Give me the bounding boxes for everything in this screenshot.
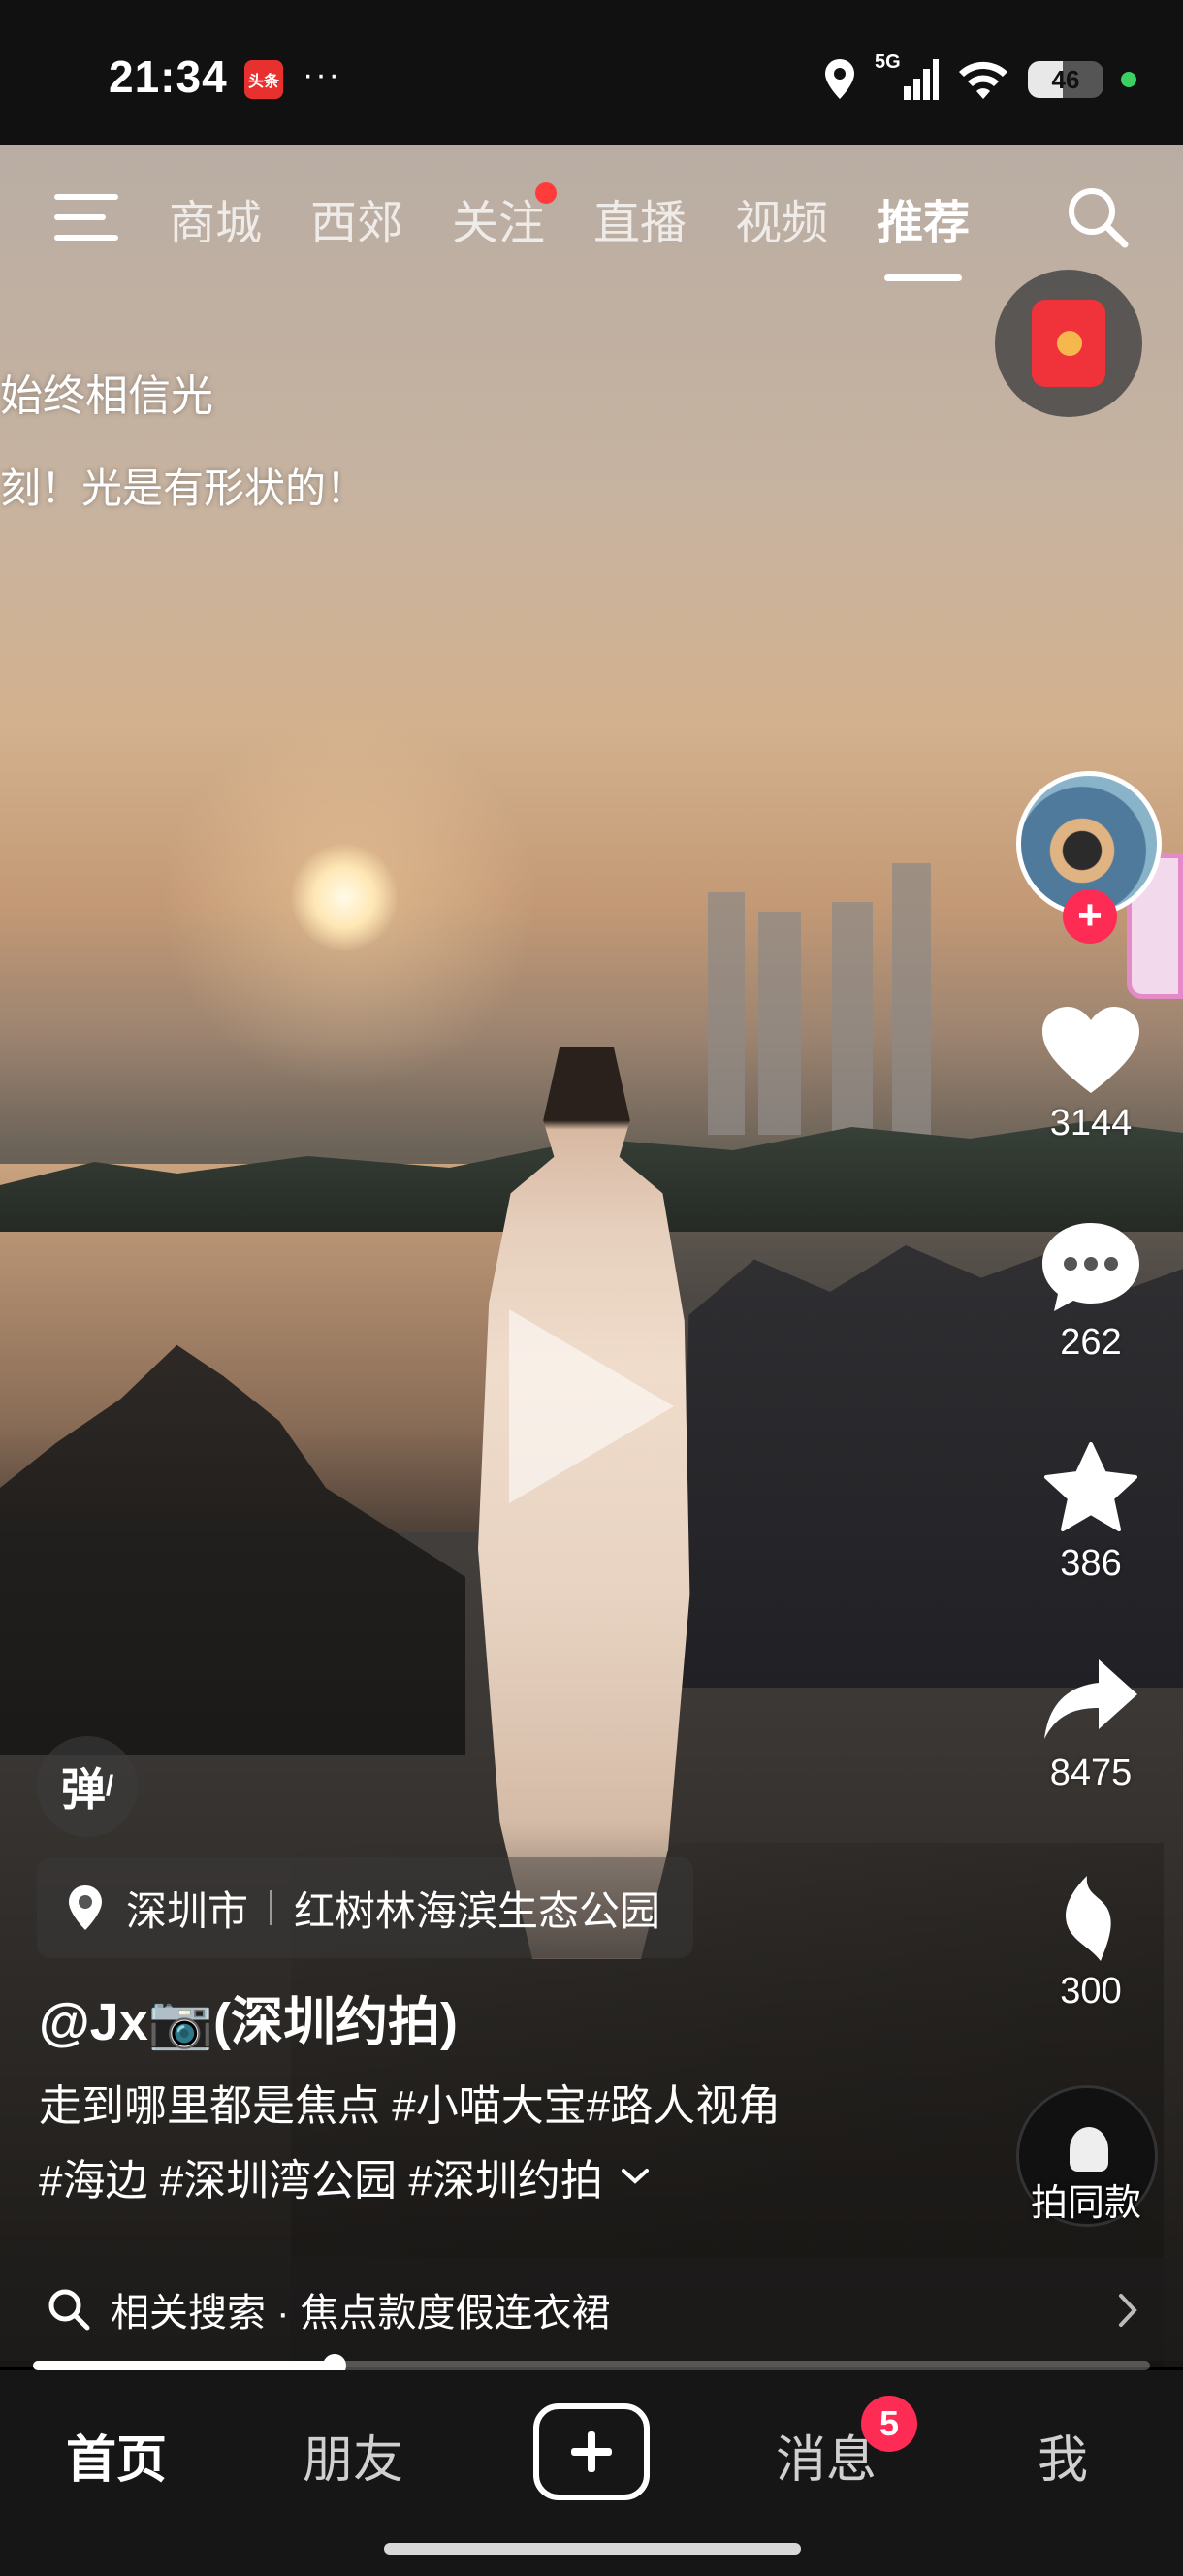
tab-label: 视频	[735, 198, 829, 249]
favorite-count: 386	[1060, 1543, 1122, 1584]
like-count: 3144	[1049, 1103, 1133, 1143]
nav-me[interactable]: 我	[1038, 2419, 1088, 2492]
status-bar: 21:34 头条 ··· 5G 46	[0, 0, 1183, 145]
sun	[291, 844, 398, 950]
privacy-indicator-dot	[1121, 72, 1136, 87]
red-packet-button[interactable]	[995, 270, 1142, 417]
location-tag[interactable]: 深圳市 红树林海滨生态公园	[37, 1857, 694, 1958]
danmu-label: 弹	[60, 1764, 106, 1815]
red-envelope-icon	[1032, 300, 1105, 387]
search-icon	[48, 2289, 90, 2331]
tab-label: 商城	[169, 198, 263, 249]
tab-recommended[interactable]: 推荐	[877, 184, 971, 281]
progress-fill	[33, 2361, 336, 2370]
share-arrow-icon	[1044, 1659, 1137, 1739]
tab-label: 关注	[452, 198, 546, 249]
video-description[interactable]: 走到哪里都是焦点 #小喵大宝#路人视角	[39, 2071, 781, 2133]
building	[708, 892, 745, 1135]
search-icon[interactable]	[1063, 182, 1131, 250]
heart-icon	[1042, 1007, 1139, 1093]
top-nav: 商城 西郊 关注 直播 视频 推荐	[0, 165, 1183, 281]
like-button[interactable]: 3144	[1008, 1004, 1173, 1144]
share-count: 8475	[1049, 1753, 1133, 1793]
building	[832, 902, 873, 1135]
plus-icon	[571, 2431, 612, 2472]
tab-mall[interactable]: 商城	[169, 184, 262, 252]
notification-dot	[535, 182, 558, 204]
video-caption-line: 刻！光是有形状的！	[0, 466, 368, 511]
author-username[interactable]: @Jx📷(深圳约拍)	[39, 1979, 458, 2055]
network-type: 5G	[875, 51, 901, 73]
battery-icon: 46	[1028, 61, 1103, 98]
status-right-group: 5G 46	[822, 51, 1136, 105]
tab-label: 直播	[593, 198, 687, 249]
nav-home[interactable]: 首页	[66, 2419, 167, 2492]
misc-count: 300	[1060, 1971, 1122, 2012]
hashtags: #海边 #深圳湾公园 #深圳约拍	[39, 2157, 603, 2205]
follow-plus-button[interactable]: +	[1063, 889, 1117, 944]
chevron-right-icon	[1119, 2294, 1137, 2327]
playback-progress-bar[interactable]	[33, 2354, 1150, 2377]
danmu-toggle-button[interactable]: 弹 /	[37, 1736, 138, 1837]
tab-following[interactable]: 关注	[452, 182, 558, 252]
video-description-line2[interactable]: #海边 #深圳湾公园 #深圳约拍	[39, 2145, 650, 2207]
location-icon	[825, 59, 854, 99]
building	[758, 912, 801, 1135]
remix-label: 拍同款	[1030, 2183, 1141, 2224]
chevron-down-icon[interactable]	[621, 2167, 650, 2186]
wifi-icon	[959, 61, 1007, 99]
menu-icon[interactable]	[54, 194, 118, 246]
video-caption-line: 始终相信光	[0, 372, 213, 420]
home-indicator[interactable]	[384, 2543, 801, 2555]
danmu-slash-icon: /	[105, 1770, 114, 1802]
location-divider	[270, 1890, 273, 1925]
building	[892, 863, 931, 1135]
tab-local[interactable]: 西郊	[310, 184, 403, 252]
comment-icon	[1042, 1223, 1139, 1311]
comment-button[interactable]: 262	[1008, 1219, 1173, 1364]
feed-tabs: 商城 西郊 关注 直播 视频 推荐	[169, 182, 971, 281]
battery-level: 46	[1051, 65, 1080, 94]
related-search-bar[interactable]: 相关搜索 · 焦点款度假连衣裙	[0, 2258, 1183, 2361]
status-more-icon: ···	[303, 56, 341, 93]
play-icon[interactable]	[509, 1309, 674, 1503]
tab-label: 西郊	[310, 198, 404, 249]
comment-count: 262	[1060, 1322, 1122, 1363]
misc-action-button[interactable]: 300	[1008, 1872, 1173, 2012]
related-search-text: 相关搜索 · 焦点款度假连衣裙	[111, 2292, 611, 2334]
star-icon	[1044, 1442, 1137, 1531]
tab-video[interactable]: 视频	[735, 184, 828, 252]
toutiao-app-icon: 头条	[244, 60, 283, 99]
messages-badge: 5	[861, 2396, 917, 2452]
status-time: 21:34	[109, 51, 228, 102]
drink-cup-icon	[1070, 2127, 1108, 2172]
cell-signal-icon: 5G	[875, 51, 939, 102]
location-city: 深圳市	[126, 1887, 249, 1934]
favorite-button[interactable]: 386	[1008, 1440, 1173, 1585]
tab-label: 推荐	[877, 198, 971, 249]
create-post-button[interactable]	[533, 2403, 650, 2500]
location-place: 红树林海滨生态公园	[294, 1887, 661, 1934]
tab-live[interactable]: 直播	[593, 184, 687, 252]
leaf-icon	[1066, 1876, 1111, 1961]
location-pin-icon	[69, 1885, 102, 1930]
share-button[interactable]: 8475	[1008, 1654, 1173, 1794]
nav-friends[interactable]: 朋友	[303, 2419, 403, 2492]
